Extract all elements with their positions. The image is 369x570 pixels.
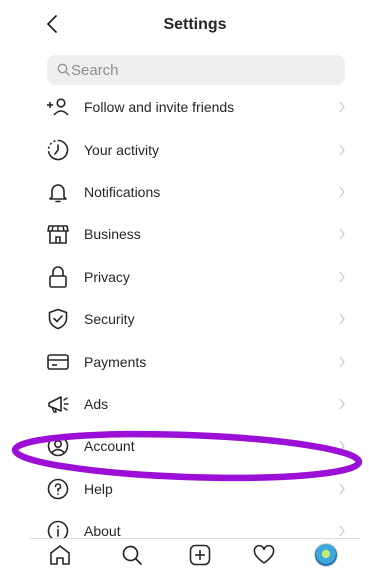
megaphone-icon (48, 396, 69, 413)
menu-item-notifications[interactable]: Notifications (30, 171, 360, 213)
chevron-right-icon (339, 483, 345, 495)
menu-item-label: About (84, 523, 121, 540)
menu-item-label: Your activity (84, 141, 159, 158)
help-icon (47, 478, 69, 500)
search-icon (57, 63, 70, 76)
menu-item-privacy[interactable]: Privacy (30, 256, 360, 298)
activity-icon (47, 139, 69, 160)
new-post-icon[interactable] (188, 543, 212, 567)
page-title: Settings (163, 16, 227, 33)
chevron-right-icon (339, 144, 345, 155)
menu-item-label: Ads (84, 395, 109, 412)
chevron-right-icon (339, 313, 345, 325)
chevron-right-icon (339, 101, 345, 113)
search-icon[interactable] (120, 543, 144, 567)
chevron-right-icon (339, 271, 345, 283)
menu-item-payments[interactable]: Payments (30, 340, 360, 382)
chevron-right-icon (339, 356, 345, 367)
bell-icon (49, 184, 67, 203)
chevron-right-icon (339, 398, 345, 410)
search-input[interactable] (71, 55, 331, 85)
chevron-right-icon (339, 440, 345, 452)
profile-avatar[interactable] (314, 543, 338, 567)
shop-icon (47, 225, 69, 245)
menu-item-label: Account (84, 438, 135, 455)
menu-item-label: Notifications (84, 183, 161, 200)
menu-item-account[interactable]: Account (30, 425, 360, 467)
menu-item-label: Follow and invite friends (84, 99, 235, 116)
bottom-tab-bar (30, 538, 360, 570)
menu-item-follow-and-invite-friends[interactable]: Follow and invite friends (30, 86, 360, 128)
account-circle-icon (47, 436, 69, 457)
menu-item-label: Help (84, 480, 113, 497)
lock-icon (49, 266, 67, 288)
menu-item-business[interactable]: Business (30, 213, 360, 255)
menu-item-label: Payments (84, 353, 147, 370)
search-bar[interactable] (47, 55, 345, 85)
chevron-right-icon (339, 186, 345, 198)
header: Settings (30, 0, 360, 50)
menu-item-label: Privacy (84, 268, 130, 285)
menu-item-security[interactable]: Security (30, 298, 360, 340)
home-icon[interactable] (48, 543, 72, 567)
menu-item-help[interactable]: Help (30, 468, 360, 510)
menu-item-label: Business (84, 226, 141, 243)
menu-item-your-activity[interactable]: Your activity (30, 128, 360, 170)
heart-icon[interactable] (252, 543, 276, 567)
menu-item-label: Security (84, 311, 135, 328)
shield-check-icon (48, 308, 68, 330)
credit-card-icon (47, 353, 69, 370)
chevron-right-icon (339, 228, 345, 240)
settings-list: Follow and invite friends Your activity … (30, 86, 360, 552)
add-person-icon (47, 98, 69, 116)
menu-item-ads[interactable]: Ads (30, 383, 360, 425)
chevron-right-icon (339, 525, 345, 537)
